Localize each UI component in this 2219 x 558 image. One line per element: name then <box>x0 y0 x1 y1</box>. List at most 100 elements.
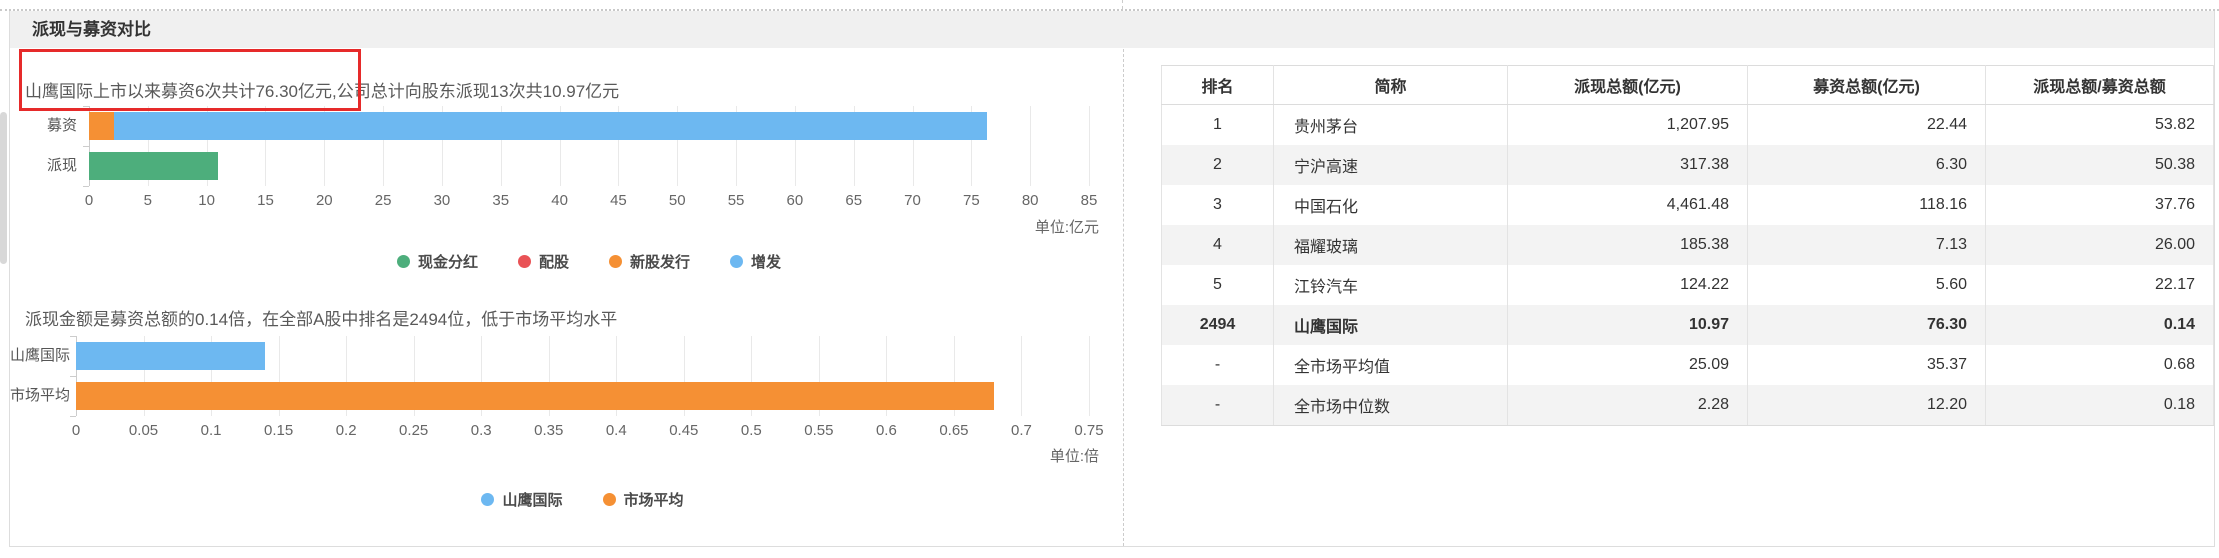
gridline <box>1089 106 1090 186</box>
cell-name: 全市场平均值 <box>1273 345 1508 385</box>
table-row: 3 中国石化 4,461.48 118.16 37.76 <box>1161 185 2214 225</box>
legend-item-现金分红[interactable]: 现金分红 <box>396 251 478 272</box>
x-tick-label: 70 <box>904 192 921 209</box>
cell-ratio: 22.17 <box>1985 265 2214 305</box>
cell-raised-total: 12.20 <box>1747 385 1986 426</box>
table-row: 2 宁沪高速 317.38 6.30 50.38 <box>1161 145 2214 185</box>
column-header: 募资总额(亿元) <box>1747 65 1986 105</box>
legend-dot <box>609 254 622 268</box>
cell-raised-total: 76.30 <box>1747 305 1986 345</box>
cell-name: 山鹰国际 <box>1273 305 1508 345</box>
x-tick-label: 0.5 <box>740 422 762 439</box>
cell-raised-total: 35.37 <box>1747 345 1986 385</box>
dividend-vs-fundraising-screen: 派现与募资对比 山鹰国际上市以来募资6次共计76.30亿元,公司总计向股东派现1… <box>0 0 2219 558</box>
bar-派现-现金分红[interactable] <box>89 152 219 180</box>
gridline <box>1089 336 1090 416</box>
x-tick-label: 15 <box>257 192 274 209</box>
bar-募资-增发[interactable] <box>113 112 987 140</box>
legend-dot <box>730 254 744 268</box>
x-tick-label: 0.05 <box>128 422 159 439</box>
x-tick-label: 85 <box>1080 192 1098 209</box>
panel-vertical-divider <box>1123 49 1124 546</box>
cell-dividend-total: 124.22 <box>1507 265 1748 305</box>
legend-dot <box>481 492 495 506</box>
ratio-summary-text: 派现金额是募资总额的0.14倍，在全部A股中排名是2494位，低于市场平均水平 <box>25 310 618 329</box>
legend-label: 增发 <box>751 253 782 271</box>
legend-label: 配股 <box>538 253 569 271</box>
cell-rank: 1 <box>1161 104 1274 145</box>
x-tick-label: 0 <box>71 422 81 439</box>
cell-name: 全市场中位数 <box>1273 385 1508 426</box>
x-tick-label: 0.15 <box>263 422 294 439</box>
legend-item-增发[interactable]: 增发 <box>730 251 781 272</box>
cell-ratio: 50.38 <box>1985 145 2214 185</box>
vertical-scrollbar-thumb[interactable] <box>0 112 7 264</box>
x-tick-label: 60 <box>786 192 804 209</box>
cell-raised-total: 22.44 <box>1747 104 1986 145</box>
x-tick-label: 0.3 <box>470 422 492 439</box>
cell-ratio: 26.00 <box>1985 225 2214 265</box>
cell-ratio: 0.14 <box>1985 305 2214 345</box>
dividend-vs-fundraising-panel: 派现与募资对比 山鹰国际上市以来募资6次共计76.30亿元,公司总计向股东派现1… <box>9 11 2215 547</box>
legend-item-山鹰国际[interactable]: 山鹰国际 <box>481 489 563 510</box>
chart1-legend: 现金分红 配股 新股发行 增发 <box>89 251 1089 271</box>
cell-rank: - <box>1161 385 1274 426</box>
legend-dot <box>602 492 616 506</box>
x-tick-label: 65 <box>845 192 863 209</box>
table-row: 5 江铃汽车 124.22 5.60 22.17 <box>1161 265 2214 305</box>
x-tick-label: 35 <box>492 192 510 209</box>
cell-name: 江铃汽车 <box>1273 265 1508 305</box>
chart2-legend: 山鹰国际 市场平均 <box>76 489 1089 509</box>
column-header: 排名 <box>1161 65 1274 105</box>
gridline <box>1021 336 1023 416</box>
category-label: 市场平均 <box>10 387 71 404</box>
legend-item-配股[interactable]: 配股 <box>517 251 569 272</box>
cell-ratio: 0.18 <box>1985 385 2214 426</box>
legend-label: 现金分红 <box>417 253 478 271</box>
cell-dividend-total: 317.38 <box>1507 145 1748 185</box>
cell-name: 福耀玻璃 <box>1273 225 1508 265</box>
cell-rank: 2 <box>1161 145 1274 185</box>
cell-rank: 5 <box>1161 265 1274 305</box>
legend-item-新股发行[interactable]: 新股发行 <box>609 251 690 272</box>
legend-label: 新股发行 <box>630 253 691 271</box>
category-label: 山鹰国际 <box>10 347 71 364</box>
cell-name: 宁沪高速 <box>1273 145 1508 185</box>
table-row: - 全市场中位数 2.28 12.20 0.18 <box>1161 385 2214 426</box>
cell-ratio: 0.68 <box>1985 345 2214 385</box>
cell-name: 贵州茅台 <box>1273 104 1508 145</box>
cell-dividend-total: 185.38 <box>1507 225 1748 265</box>
x-tick-label: 45 <box>610 192 627 209</box>
section-title-bar: 派现与募资对比 <box>10 11 2214 48</box>
axis-tick <box>70 336 76 337</box>
bar-山鹰国际-山鹰国际[interactable] <box>76 342 266 370</box>
ranking-table: 排名 简称 派现总额(亿元) 募资总额(亿元) 派现总额/募资总额 1 贵州茅台 1,207… <box>1161 65 2214 426</box>
column-header: 派现总额(亿元) <box>1507 65 1748 105</box>
bar-市场平均-市场平均[interactable] <box>76 382 995 410</box>
bar-募资-新股发行[interactable] <box>89 112 114 140</box>
x-tick-label: 0.6 <box>875 422 897 439</box>
cell-rank: - <box>1161 345 1274 385</box>
cell-dividend-total: 2.28 <box>1507 385 1748 426</box>
x-tick-label: 40 <box>551 192 568 209</box>
x-tick-label: 0.1 <box>200 422 222 439</box>
legend-item-市场平均[interactable]: 市场平均 <box>602 489 684 510</box>
chart1-unit-label: 单位:亿元 <box>1034 219 1099 236</box>
cell-rank: 2494 <box>1161 305 1274 345</box>
legend-dot <box>396 254 410 268</box>
chart2-unit-label: 单位:倍 <box>1049 448 1099 465</box>
table-row: - 全市场平均值 25.09 35.37 0.68 <box>1161 345 2214 385</box>
x-tick-label: 0.25 <box>399 422 429 439</box>
ranking-table-header: 排名 简称 派现总额(亿元) 募资总额(亿元) 派现总额/募资总额 <box>1161 65 2214 105</box>
x-tick-label: 0 <box>84 192 94 209</box>
cell-raised-total: 7.13 <box>1747 225 1986 265</box>
cell-dividend-total: 4,461.48 <box>1507 185 1748 225</box>
axis-tick <box>83 146 89 147</box>
cell-rank: 4 <box>1161 225 1274 265</box>
panel-divider-stub <box>1122 0 1123 9</box>
cell-raised-total: 6.30 <box>1747 145 1986 185</box>
annotation-red-box <box>19 49 361 111</box>
x-tick-label: 0.4 <box>605 422 627 439</box>
fundraising-vs-dividend-chart: 0 5 10 15 20 25 30 35 40 45 50 55 60 65 70 75 80 85 募资 派现 <box>10 106 1120 221</box>
cell-raised-total: 5.60 <box>1747 265 1986 305</box>
